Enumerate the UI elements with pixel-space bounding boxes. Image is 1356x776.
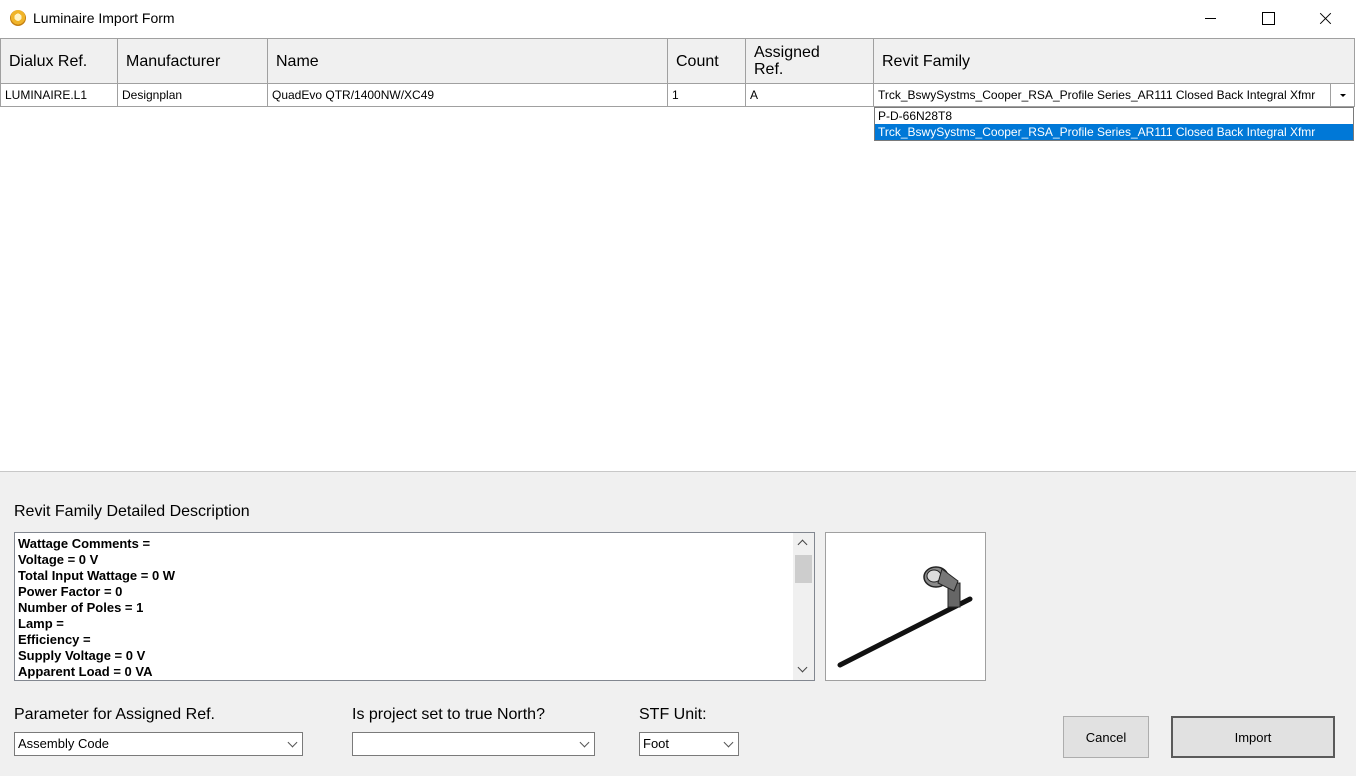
app-logo-icon — [10, 10, 26, 26]
true-north-select[interactable] — [352, 732, 595, 756]
title-bar: Luminaire Import Form — [0, 0, 1356, 38]
cell-name[interactable]: QuadEvo QTR/1400NW/XC49 — [268, 84, 668, 107]
scroll-up-icon[interactable] — [793, 533, 814, 553]
stf-unit-select[interactable]: Foot — [639, 732, 739, 756]
description-line: Power Factor = 0 — [18, 584, 123, 599]
table-row[interactable]: LUMINAIRE.L1 Designplan QuadEvo QTR/1400… — [0, 84, 1355, 107]
cell-assigned-ref[interactable]: A — [746, 84, 874, 107]
chevron-down-icon — [287, 737, 298, 748]
description-line: Total Input Wattage = 0 W — [18, 568, 176, 583]
description-line: Lamp = — [18, 616, 64, 631]
cell-count[interactable]: 1 — [668, 84, 746, 107]
column-header-revit-family[interactable]: Revit Family — [874, 38, 1355, 84]
description-line: Efficiency = — [18, 632, 91, 647]
grid-header: Dialux Ref. Manufacturer Name Count Assi… — [0, 38, 1355, 84]
description-line: Supply Voltage = 0 V — [18, 648, 146, 663]
cell-dialux-ref[interactable]: LUMINAIRE.L1 — [0, 84, 118, 107]
scroll-thumb[interactable] — [795, 555, 812, 583]
column-header-manufacturer[interactable]: Manufacturer — [118, 38, 268, 84]
revit-family-dropdown-list: P-D-66N28T8 Trck_BswySystms_Cooper_RSA_P… — [874, 107, 1354, 141]
column-header-count[interactable]: Count — [668, 38, 746, 84]
dropdown-option[interactable]: P-D-66N28T8 — [875, 108, 1353, 124]
stf-unit-value: Foot — [643, 736, 670, 751]
cell-manufacturer[interactable]: Designplan — [118, 84, 268, 107]
true-north-label: Is project set to true North? — [352, 706, 545, 723]
scroll-down-icon[interactable] — [793, 660, 814, 680]
column-header-assigned-ref[interactable]: Assigned Ref. — [746, 38, 874, 84]
dropdown-option-selected[interactable]: Trck_BswySystms_Cooper_RSA_Profile Serie… — [875, 124, 1353, 140]
chevron-down-icon — [579, 737, 590, 748]
description-textbox[interactable]: Wattage Comments = Voltage = 0 V Total I… — [14, 532, 815, 681]
window-title: Luminaire Import Form — [33, 10, 175, 26]
luminaire-import-window: Luminaire Import Form Dialux Ref. Manufa… — [0, 0, 1356, 776]
import-button[interactable]: Import — [1171, 716, 1335, 758]
luminaire-grid: Dialux Ref. Manufacturer Name Count Assi… — [0, 38, 1356, 472]
close-button[interactable] — [1298, 0, 1356, 38]
family-preview-image — [825, 532, 986, 681]
chevron-down-icon — [723, 737, 734, 748]
description-line: Wattage Comments = — [18, 536, 151, 551]
revit-family-value: Trck_BswySystms_Cooper_RSA_Profile Serie… — [878, 88, 1316, 102]
dropdown-arrow-icon[interactable] — [1330, 84, 1354, 106]
assigned-ref-param-value: Assembly Code — [18, 736, 110, 751]
track-light-icon — [837, 566, 973, 668]
description-line: Apparent Load = 0 VA — [18, 664, 153, 679]
stf-unit-label: STF Unit: — [639, 706, 707, 723]
description-label: Revit Family Detailed Description — [14, 503, 250, 520]
cell-revit-family-combo[interactable]: Trck_BswySystms_Cooper_RSA_Profile Serie… — [874, 84, 1355, 107]
assigned-ref-param-label: Parameter for Assigned Ref. — [14, 706, 215, 723]
minimize-button[interactable] — [1182, 0, 1240, 38]
assigned-ref-param-select[interactable]: Assembly Code — [14, 732, 303, 756]
description-line: Voltage = 0 V — [18, 552, 99, 567]
description-line: Number of Poles = 1 — [18, 600, 144, 615]
column-header-name[interactable]: Name — [268, 38, 668, 84]
description-text: Wattage Comments = Voltage = 0 V Total I… — [18, 536, 175, 680]
column-header-dialux-ref[interactable]: Dialux Ref. — [0, 38, 118, 84]
cancel-button[interactable]: Cancel — [1063, 716, 1149, 758]
maximize-button[interactable] — [1240, 0, 1298, 38]
description-scrollbar[interactable] — [793, 533, 814, 680]
